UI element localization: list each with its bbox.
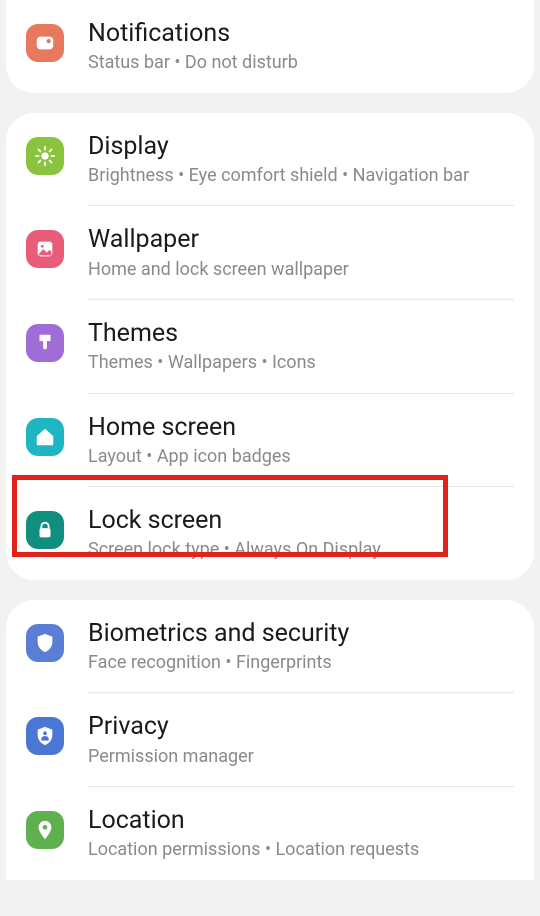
shield-icon: [26, 624, 64, 662]
sun-icon: [26, 137, 64, 175]
item-subtitle: Brightness • Eye comfort shield • Naviga…: [88, 164, 518, 187]
item-content: Privacy Permission manager: [88, 711, 518, 768]
settings-item-themes[interactable]: ThemesThemes • Wallpapers • Icons: [6, 300, 534, 393]
settings-item-biometrics[interactable]: Biometrics and securityFace recognition …: [6, 600, 534, 693]
message-icon: [26, 24, 64, 62]
item-title: Themes: [88, 318, 518, 349]
item-content: Lock screenScreen lock type • Always On …: [88, 505, 518, 562]
item-content: Wallpaper Home and lock screen wallpaper: [88, 224, 518, 281]
settings-item-lockscreen[interactable]: Lock screenScreen lock type • Always On …: [6, 487, 534, 580]
settings-item-notifications[interactable]: NotificationsStatus bar • Do not disturb: [6, 0, 534, 93]
item-subtitle: Face recognition • Fingerprints: [88, 651, 518, 674]
item-title: Wallpaper: [88, 224, 518, 255]
brush-icon: [26, 324, 64, 362]
lock-icon: [26, 511, 64, 549]
item-title: Display: [88, 131, 518, 162]
item-content: Home screenLayout • App icon badges: [88, 412, 518, 469]
item-content: ThemesThemes • Wallpapers • Icons: [88, 318, 518, 375]
item-subtitle: Status bar • Do not disturb: [88, 51, 518, 74]
item-subtitle: Home and lock screen wallpaper: [88, 258, 518, 281]
home-icon: [26, 418, 64, 456]
item-title: Lock screen: [88, 505, 518, 536]
item-title: Biometrics and security: [88, 618, 518, 649]
item-subtitle: Layout • App icon badges: [88, 445, 518, 468]
settings-group: NotificationsStatus bar • Do not disturb: [6, 0, 534, 93]
settings-item-display[interactable]: DisplayBrightness • Eye comfort shield •…: [6, 113, 534, 206]
item-content: Biometrics and securityFace recognition …: [88, 618, 518, 675]
settings-item-homescreen[interactable]: Home screenLayout • App icon badges: [6, 394, 534, 487]
item-content: LocationLocation permissions • Location …: [88, 805, 518, 862]
item-title: Location: [88, 805, 518, 836]
item-subtitle: Themes • Wallpapers • Icons: [88, 351, 518, 374]
settings-group: DisplayBrightness • Eye comfort shield •…: [6, 113, 534, 580]
settings-item-location[interactable]: LocationLocation permissions • Location …: [6, 787, 534, 880]
settings-item-wallpaper[interactable]: Wallpaper Home and lock screen wallpaper: [6, 206, 534, 299]
item-title: Notifications: [88, 18, 518, 49]
pin-icon: [26, 811, 64, 849]
settings-item-privacy[interactable]: Privacy Permission manager: [6, 693, 534, 786]
settings-group: Biometrics and securityFace recognition …: [6, 600, 534, 880]
item-subtitle: Screen lock type • Always On Display: [88, 538, 518, 561]
item-subtitle: Permission manager: [88, 745, 518, 768]
item-subtitle: Location permissions • Location requests: [88, 838, 518, 861]
item-title: Privacy: [88, 711, 518, 742]
item-title: Home screen: [88, 412, 518, 443]
image-icon: [26, 230, 64, 268]
item-content: DisplayBrightness • Eye comfort shield •…: [88, 131, 518, 188]
item-content: NotificationsStatus bar • Do not disturb: [88, 18, 518, 75]
privacy-icon: [26, 717, 64, 755]
